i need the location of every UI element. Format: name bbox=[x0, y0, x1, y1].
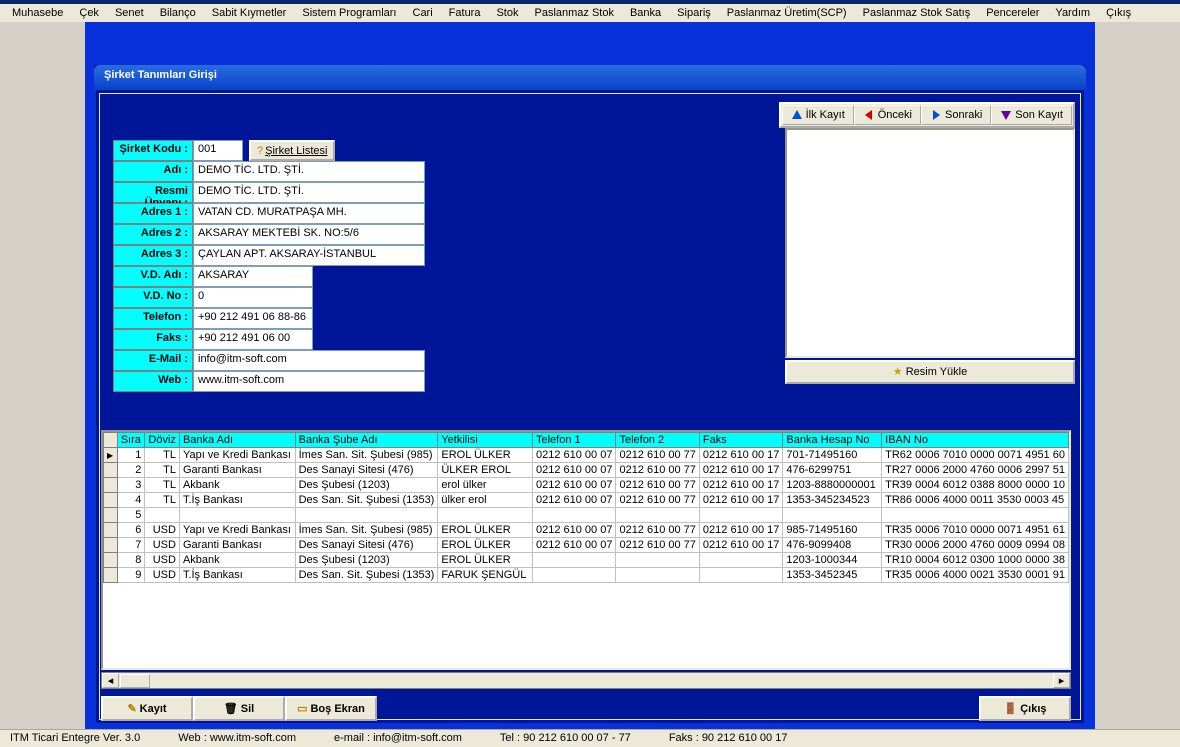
col-header[interactable]: Döviz bbox=[145, 433, 180, 448]
menu-sabit kıymetler[interactable]: Sabit Kıymetler bbox=[204, 5, 295, 21]
input-telefon[interactable]: +90 212 491 06 88-86 bbox=[193, 308, 313, 329]
table-row[interactable]: 7USDGaranti BankasıDes Sanayi Sitesi (47… bbox=[104, 538, 1069, 553]
input-email[interactable]: info@itm-soft.com bbox=[193, 350, 425, 371]
menu-cari[interactable]: Cari bbox=[405, 5, 441, 21]
menu-paslanmaz stok satış[interactable]: Paslanmaz Stok Satış bbox=[855, 5, 979, 21]
sirket-listesi-button[interactable]: ? Şirket Listesi bbox=[249, 140, 335, 161]
table-row[interactable]: 4TLT.İş BankasıDes San. Sit. Şubesi (135… bbox=[104, 493, 1069, 508]
col-header[interactable]: Banka Hesap No bbox=[783, 433, 882, 448]
col-header[interactable]: Banka Adı bbox=[179, 433, 295, 448]
company-form: Şirket Kodu : 001 ? Şirket Listesi Adı :… bbox=[113, 140, 425, 392]
main-menubar[interactable]: MuhasebeÇekSenetBilançoSabit KıymetlerSi… bbox=[0, 4, 1180, 23]
exit-button[interactable]: 🚪Çıkış bbox=[979, 696, 1071, 721]
col-header[interactable]: Sıra bbox=[117, 433, 145, 448]
menu-banka[interactable]: Banka bbox=[622, 5, 669, 21]
image-preview bbox=[785, 128, 1075, 358]
status-email: e-mail : info@itm-soft.com bbox=[330, 731, 466, 746]
grid-scrollbar[interactable]: ◂ ▸ bbox=[101, 672, 1071, 689]
menu-muhasebe[interactable]: Muhasebe bbox=[4, 5, 71, 21]
col-header[interactable]: IBAN No bbox=[882, 433, 1069, 448]
input-adres1[interactable]: VATAN CD. MURATPAŞA MH. bbox=[193, 203, 425, 224]
scroll-right-icon[interactable]: ▸ bbox=[1053, 673, 1070, 688]
last-record-button[interactable]: Son Kayıt bbox=[991, 105, 1072, 125]
menu-paslanmaz stok[interactable]: Paslanmaz Stok bbox=[526, 5, 621, 21]
load-image-button[interactable]: ★ Resim Yükle bbox=[785, 360, 1075, 384]
first-record-button[interactable]: İlk Kayıt bbox=[782, 105, 854, 125]
menu-pencereler[interactable]: Pencereler bbox=[978, 5, 1047, 21]
input-web[interactable]: www.itm-soft.com bbox=[193, 371, 425, 392]
input-adres2[interactable]: AKSARAY MEKTEBİ SK. NO:5/6 bbox=[193, 224, 425, 245]
window-title: Şirket Tanımları Girişi bbox=[94, 65, 1086, 90]
table-row[interactable]: 2TLGaranti BankasıDes Sanayi Sitesi (476… bbox=[104, 463, 1069, 478]
table-row[interactable]: 9USDT.İş BankasıDes San. Sit. Şubesi (13… bbox=[104, 568, 1069, 583]
status-tel: Tel : 90 212 610 00 07 - 77 bbox=[496, 731, 635, 746]
menu-bilanço[interactable]: Bilanço bbox=[152, 5, 204, 21]
menu-sipariş[interactable]: Sipariş bbox=[669, 5, 719, 21]
input-sirket-kodu[interactable]: 001 bbox=[193, 140, 243, 161]
menu-çek[interactable]: Çek bbox=[71, 5, 107, 21]
menu-fatura[interactable]: Fatura bbox=[441, 5, 489, 21]
input-vd-no[interactable]: 0 bbox=[193, 287, 313, 308]
prev-record-button[interactable]: Önceki bbox=[854, 105, 921, 125]
input-adi[interactable]: DEMO TİC. LTD. ŞTİ. bbox=[193, 161, 425, 182]
next-record-button[interactable]: Sonraki bbox=[921, 105, 991, 125]
input-vd-adi[interactable]: AKSARAY bbox=[193, 266, 313, 287]
status-web: Web : www.itm-soft.com bbox=[174, 731, 300, 746]
label-sirket-kodu: Şirket Kodu : bbox=[113, 140, 193, 161]
table-row[interactable]: 3TLAkbankDes Şubesi (1203)erol ülker0212… bbox=[104, 478, 1069, 493]
delete-button[interactable]: 🗑Sil bbox=[193, 696, 285, 721]
col-header[interactable]: Telefon 1 bbox=[532, 433, 615, 448]
menu-yardım[interactable]: Yardım bbox=[1047, 5, 1098, 21]
save-button[interactable]: ✎Kayıt bbox=[101, 696, 193, 721]
input-adres3[interactable]: ÇAYLAN APT. AKSARAY-İSTANBUL bbox=[193, 245, 425, 266]
menu-paslanmaz üretim(scp)[interactable]: Paslanmaz Üretim(SCP) bbox=[719, 5, 855, 21]
menu-senet[interactable]: Senet bbox=[107, 5, 152, 21]
table-row[interactable]: 1TLYapı ve Kredi Bankasıİmes San. Sit. Ş… bbox=[104, 448, 1069, 463]
col-header[interactable]: Faks bbox=[699, 433, 782, 448]
table-row[interactable]: 5 bbox=[104, 508, 1069, 523]
scroll-left-icon[interactable]: ◂ bbox=[102, 673, 119, 688]
status-faks: Faks : 90 212 610 00 17 bbox=[665, 731, 792, 746]
input-faks[interactable]: +90 212 491 06 00 bbox=[193, 329, 313, 350]
input-resmi-unvani[interactable]: DEMO TİC. LTD. ŞTİ. bbox=[193, 182, 425, 203]
bank-grid[interactable]: SıraDövizBanka AdıBanka Şube AdıYetkilis… bbox=[101, 430, 1071, 670]
status-version: ITM Ticari Entegre Ver. 3.0 bbox=[6, 731, 144, 746]
col-header[interactable]: Yetkilisi bbox=[438, 433, 533, 448]
nav-buttons: İlk Kayıt Önceki Sonraki Son Kayıt bbox=[779, 102, 1075, 128]
menu-stok[interactable]: Stok bbox=[488, 5, 526, 21]
clear-button[interactable]: ▭Boş Ekran bbox=[285, 696, 377, 721]
table-row[interactable]: 8USDAkbankDes Şubesi (1203)EROL ÜLKER120… bbox=[104, 553, 1069, 568]
table-row[interactable]: 6USDYapı ve Kredi Bankasıİmes San. Sit. … bbox=[104, 523, 1069, 538]
col-header[interactable]: Telefon 2 bbox=[616, 433, 699, 448]
status-bar: ITM Ticari Entegre Ver. 3.0 Web : www.it… bbox=[0, 729, 1180, 747]
col-header[interactable]: Banka Şube Adı bbox=[295, 433, 438, 448]
menu-çıkış[interactable]: Çıkış bbox=[1098, 5, 1139, 21]
menu-sistem programları[interactable]: Sistem Programları bbox=[294, 5, 404, 21]
